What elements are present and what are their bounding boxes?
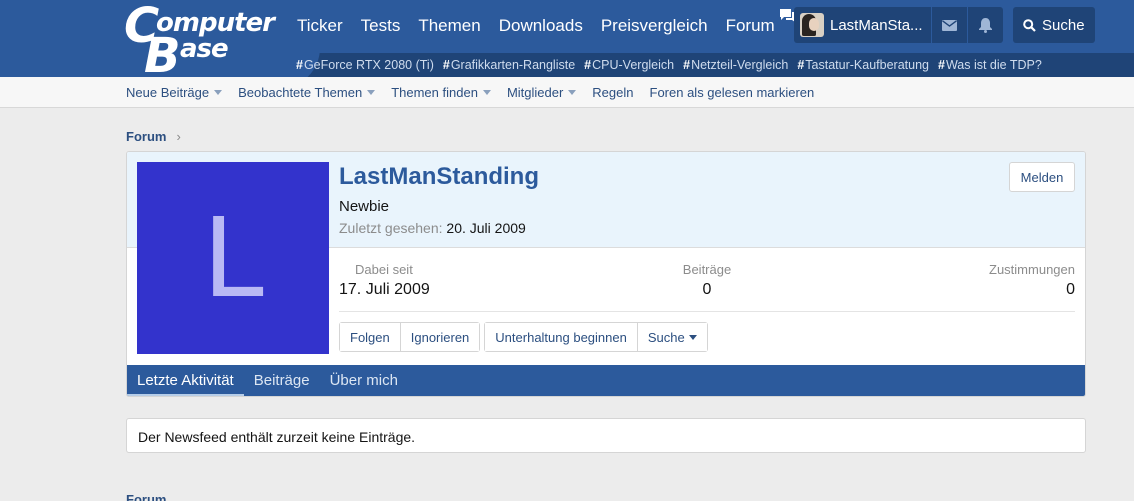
main-nav: Ticker Tests Themen Downloads Preisvergl… bbox=[288, 0, 799, 52]
subnav-label: Beobachtete Themen bbox=[238, 84, 363, 100]
caret-down-icon[interactable] bbox=[568, 89, 577, 95]
caret-down-icon[interactable] bbox=[482, 89, 491, 95]
stat-joined: Dabei seit 17. Juli 2009 bbox=[339, 262, 430, 299]
last-seen-label: Zuletzt gesehen: bbox=[339, 220, 443, 236]
search-icon bbox=[1023, 18, 1036, 32]
nav-preisvergleich[interactable]: Preisvergleich bbox=[592, 0, 717, 52]
hash-symbol: # bbox=[937, 58, 945, 72]
hashtag-text: GeForce RTX 2080 (Ti) bbox=[303, 58, 434, 72]
hashtag-text: Netzteil-Vergleich bbox=[691, 58, 789, 72]
subnav-find-threads[interactable]: Themen finden bbox=[391, 85, 491, 100]
nav-themen[interactable]: Themen bbox=[409, 0, 489, 52]
subnav-watched-threads[interactable]: Beobachtete Themen bbox=[238, 84, 376, 100]
user-title: Newbie bbox=[339, 198, 390, 215]
avatar-letter: L bbox=[202, 194, 264, 322]
subnav-mark-forums-read[interactable]: Foren als gelesen markieren bbox=[650, 85, 815, 100]
stat-reactions: Zustimmungen 0 bbox=[989, 262, 1075, 299]
caret-down-icon[interactable] bbox=[214, 89, 223, 95]
hash-symbol: # bbox=[296, 58, 303, 72]
username: LastManSta... bbox=[830, 16, 923, 34]
ignore-button[interactable]: Ignorieren bbox=[399, 323, 480, 351]
profile-actions: Folgen Ignorieren Unterhaltung beginnen … bbox=[339, 322, 712, 352]
member-profile-card: L LastManStanding Melden Newbie Zuletzt … bbox=[126, 151, 1086, 397]
hashtag-link[interactable]: #Tastatur-Kaufberatung bbox=[797, 58, 929, 72]
profile-tabs: Letzte Aktivität Beiträge Über mich bbox=[127, 365, 1085, 396]
subnav-label: Themen finden bbox=[391, 84, 478, 100]
subnav-label: Mitglieder bbox=[506, 84, 564, 100]
subnav-members[interactable]: Mitglieder bbox=[506, 84, 577, 100]
bell-icon bbox=[978, 17, 992, 33]
hashtag-text: Tastatur-Kaufberatung bbox=[805, 58, 929, 72]
hash-symbol: # bbox=[442, 58, 450, 72]
nav-tests[interactable]: Tests bbox=[352, 0, 410, 52]
stats-divider bbox=[339, 311, 1075, 312]
subnav-label: Neue Beiträge bbox=[126, 84, 210, 100]
nav-ticker[interactable]: Ticker bbox=[288, 0, 352, 52]
hashtag-link[interactable]: #Netzteil-Vergleich bbox=[683, 58, 788, 72]
alerts-button[interactable] bbox=[966, 7, 1003, 43]
breadcrumb-forum[interactable]: Forum bbox=[126, 129, 166, 144]
hashtag-link[interactable]: #GeForce RTX 2080 (Ti) bbox=[296, 58, 434, 72]
stat-posts-value: 0 bbox=[702, 281, 712, 298]
stat-reactions-value: 0 bbox=[1066, 281, 1075, 298]
hashtag-link[interactable]: #Was ist die TDP? bbox=[938, 58, 1042, 72]
search-member-label: Suche bbox=[647, 329, 685, 345]
start-conversation-button[interactable]: Unterhaltung beginnen bbox=[485, 323, 637, 351]
stat-joined-label: Dabei seit bbox=[355, 262, 413, 277]
nav-downloads[interactable]: Downloads bbox=[490, 0, 592, 52]
search-label: Suche bbox=[1042, 16, 1085, 34]
hashtag-link[interactable]: #Grafikkarten-Rangliste bbox=[443, 58, 575, 72]
trending-hashtags: #GeForce RTX 2080 (Ti) #Grafikkarten-Ran… bbox=[296, 54, 1051, 76]
footer-breadcrumb-forum[interactable]: Forum bbox=[126, 492, 166, 501]
user-menu[interactable]: LastManSta... bbox=[794, 7, 931, 43]
profile-username: LastManStanding bbox=[339, 163, 540, 190]
hash-symbol: # bbox=[584, 58, 592, 72]
computerbase-logo[interactable]: C omputer B ase bbox=[124, 0, 284, 77]
profile-stats: Dabei seit 17. Juli 2009 Beiträge 0 Zust… bbox=[339, 262, 1075, 312]
logo-word-base: ase bbox=[180, 34, 229, 64]
last-seen: Zuletzt gesehen: 20. Juli 2009 bbox=[339, 220, 526, 236]
tab-about[interactable]: Über mich bbox=[320, 365, 408, 396]
hash-symbol: # bbox=[683, 58, 691, 72]
tab-latest-activity[interactable]: Letzte Aktivität bbox=[127, 365, 244, 396]
avatar bbox=[800, 13, 824, 37]
stat-posts-label: Beiträge bbox=[682, 262, 732, 277]
newsfeed-box: Der Newsfeed enthält zurzeit keine Eintr… bbox=[126, 418, 1086, 453]
conversation-search-group: Unterhaltung beginnen Suche bbox=[484, 322, 708, 352]
last-seen-value: 20. Juli 2009 bbox=[446, 220, 526, 236]
search-button[interactable]: Suche bbox=[1013, 7, 1095, 43]
tab-posts[interactable]: Beiträge bbox=[244, 365, 320, 396]
site-header: C omputer B ase Ticker Tests Themen Down… bbox=[0, 0, 1134, 77]
hash-symbol: # bbox=[797, 58, 805, 72]
hashtag-text: CPU-Vergleich bbox=[592, 58, 675, 72]
stat-joined-value: 17. Juli 2009 bbox=[339, 281, 430, 298]
report-button[interactable]: Melden bbox=[1009, 162, 1075, 192]
hashtag-text: Was ist die TDP? bbox=[945, 58, 1042, 72]
newsfeed-empty-message: Der Newsfeed enthält zurzeit keine Eintr… bbox=[138, 429, 416, 445]
nav-forum[interactable]: Forum bbox=[726, 16, 775, 35]
logo-letter-b: B bbox=[144, 28, 181, 77]
user-bar: LastManSta... bbox=[794, 7, 1003, 43]
breadcrumb: Forum › bbox=[126, 129, 181, 144]
caret-down-icon bbox=[688, 334, 697, 340]
search-member-button[interactable]: Suche bbox=[636, 323, 707, 351]
subnav-rules[interactable]: Regeln bbox=[592, 85, 633, 100]
subnav-new-posts[interactable]: Neue Beiträge bbox=[126, 84, 223, 100]
profile-avatar[interactable]: L bbox=[137, 162, 329, 354]
stat-posts[interactable]: Beiträge 0 bbox=[679, 262, 735, 299]
hashtag-text: Grafikkarten-Rangliste bbox=[450, 58, 576, 72]
follow-ignore-group: Folgen Ignorieren bbox=[339, 322, 481, 352]
chevron-right-icon: › bbox=[176, 129, 181, 144]
hashtag-link[interactable]: #CPU-Vergleich bbox=[584, 58, 674, 72]
forum-subnav: Neue Beiträge Beobachtete Themen Themen … bbox=[0, 77, 1134, 108]
messages-button[interactable] bbox=[930, 7, 967, 43]
stat-reactions-label: Zustimmungen bbox=[989, 262, 1075, 277]
caret-down-icon[interactable] bbox=[367, 89, 376, 95]
nav-forum-item[interactable]: Forum bbox=[717, 0, 799, 52]
envelope-icon bbox=[941, 19, 957, 31]
follow-button[interactable]: Folgen bbox=[340, 323, 400, 351]
